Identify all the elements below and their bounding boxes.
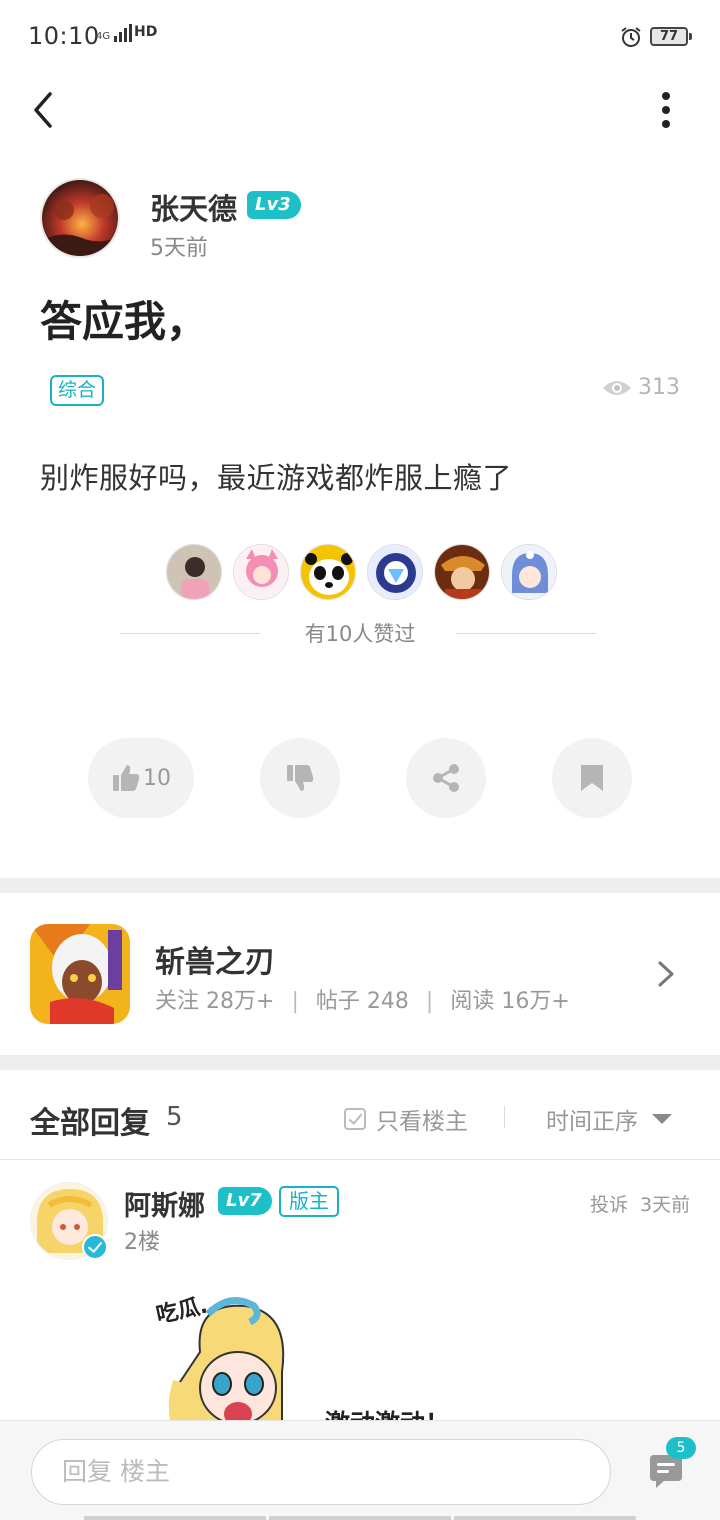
replier-level-badge: Lv7	[218, 1187, 272, 1215]
reply-text: 激动激动！	[325, 1404, 450, 1420]
caret-down-icon	[652, 1114, 672, 1124]
thumbs-down-icon	[287, 765, 314, 791]
liker-avatar[interactable]	[300, 544, 356, 600]
game-name: 斩兽之刃	[155, 945, 275, 980]
likes-summary: 有10人赞过	[120, 618, 600, 650]
home-indicator	[84, 1516, 636, 1520]
status-bar: 10:10 4G HD 77	[0, 0, 720, 76]
post-author: 张天德 Lv3 5天前	[40, 178, 680, 261]
author-avatar[interactable]	[40, 178, 120, 258]
liker-avatar[interactable]	[367, 544, 423, 600]
liker-avatar[interactable]	[501, 544, 557, 600]
only-owner-label: 只看楼主	[376, 1109, 468, 1135]
only-owner-toggle[interactable]: 只看楼主	[344, 1102, 468, 1136]
replies-title: 全部回复	[30, 1106, 150, 1141]
reply-input[interactable]: 回复 楼主	[31, 1439, 611, 1505]
author-level-badge: Lv3	[247, 191, 301, 219]
replies-header: 全部回复 5 只看楼主 时间正序	[0, 1070, 720, 1160]
view-count: 313	[602, 375, 680, 400]
post-time: 5天前	[150, 236, 208, 261]
bottom-reply-bar: 回复 楼主 5	[0, 1420, 720, 1520]
report-link[interactable]: 投诉	[590, 1190, 628, 1217]
eye-icon	[603, 380, 631, 395]
liker-avatar[interactable]	[166, 544, 222, 600]
verified-icon	[82, 1234, 108, 1260]
post-title: 答应我，	[40, 297, 209, 346]
divider	[504, 1106, 505, 1128]
chevron-right-icon	[658, 961, 674, 987]
sticker-image: 吃瓜…	[154, 1292, 285, 1420]
replier-name[interactable]: 阿斯娜	[124, 1184, 205, 1223]
comment-count-badge: 5	[666, 1437, 696, 1459]
status-time: 10:10	[28, 22, 100, 50]
game-card[interactable]: 斩兽之刃 关注 28万+ | 帖子 248 | 阅读 16万+	[0, 893, 720, 1055]
posts-count: 248	[366, 989, 409, 1014]
section-separator	[0, 1055, 720, 1070]
thumbs-up-icon	[113, 765, 140, 791]
posts-label: 帖子	[315, 989, 360, 1014]
reply-time: 3天前	[640, 1194, 691, 1216]
sort-order-label: 时间正序	[546, 1109, 638, 1135]
game-icon	[30, 924, 130, 1024]
share-button[interactable]	[406, 738, 486, 818]
like-button[interactable]: 10	[88, 738, 194, 818]
reply-floor: 2楼	[124, 1230, 160, 1255]
liker-avatar[interactable]	[434, 544, 490, 600]
liker-avatars	[166, 544, 557, 600]
view-count-value: 313	[638, 375, 680, 400]
post-body: 别炸服好吗，最近游戏都炸服上瘾了	[40, 461, 513, 495]
likes-summary-text: 有10人赞过	[304, 622, 416, 646]
back-icon[interactable]	[26, 88, 66, 132]
game-stats: 关注 28万+ | 帖子 248 | 阅读 16万+	[155, 989, 570, 1014]
signal-icon: 4G	[96, 24, 133, 42]
share-icon	[433, 764, 459, 792]
reads-count: 16万+	[501, 989, 570, 1014]
followers-count: 28万+	[206, 989, 275, 1014]
battery-icon: 77	[650, 27, 692, 46]
hd-icon: HD	[134, 24, 158, 40]
alarm-icon	[621, 27, 641, 47]
sort-order-dropdown[interactable]: 时间正序	[546, 1102, 672, 1136]
network-type: 4G	[96, 31, 111, 42]
like-count: 10	[143, 765, 171, 791]
reply-item: 阿斯娜 Lv7 版主 2楼 投诉 3天前 吃瓜… 激动激动！	[0, 1162, 720, 1420]
liker-avatar[interactable]	[233, 544, 289, 600]
bookmark-icon	[581, 765, 603, 791]
replies-count: 5	[166, 1102, 183, 1132]
moderator-badge: 版主	[279, 1186, 339, 1217]
author-name[interactable]: 张天德	[150, 186, 237, 228]
top-bar	[0, 76, 720, 142]
dislike-button[interactable]	[260, 738, 340, 818]
post-category-tag[interactable]: 综合	[50, 375, 105, 406]
checkbox-icon[interactable]	[344, 1108, 366, 1130]
followers-label: 关注	[155, 989, 200, 1014]
section-separator	[0, 878, 720, 893]
more-options-icon[interactable]	[650, 88, 682, 132]
reads-label: 阅读	[450, 989, 495, 1014]
bookmark-button[interactable]	[552, 738, 632, 818]
